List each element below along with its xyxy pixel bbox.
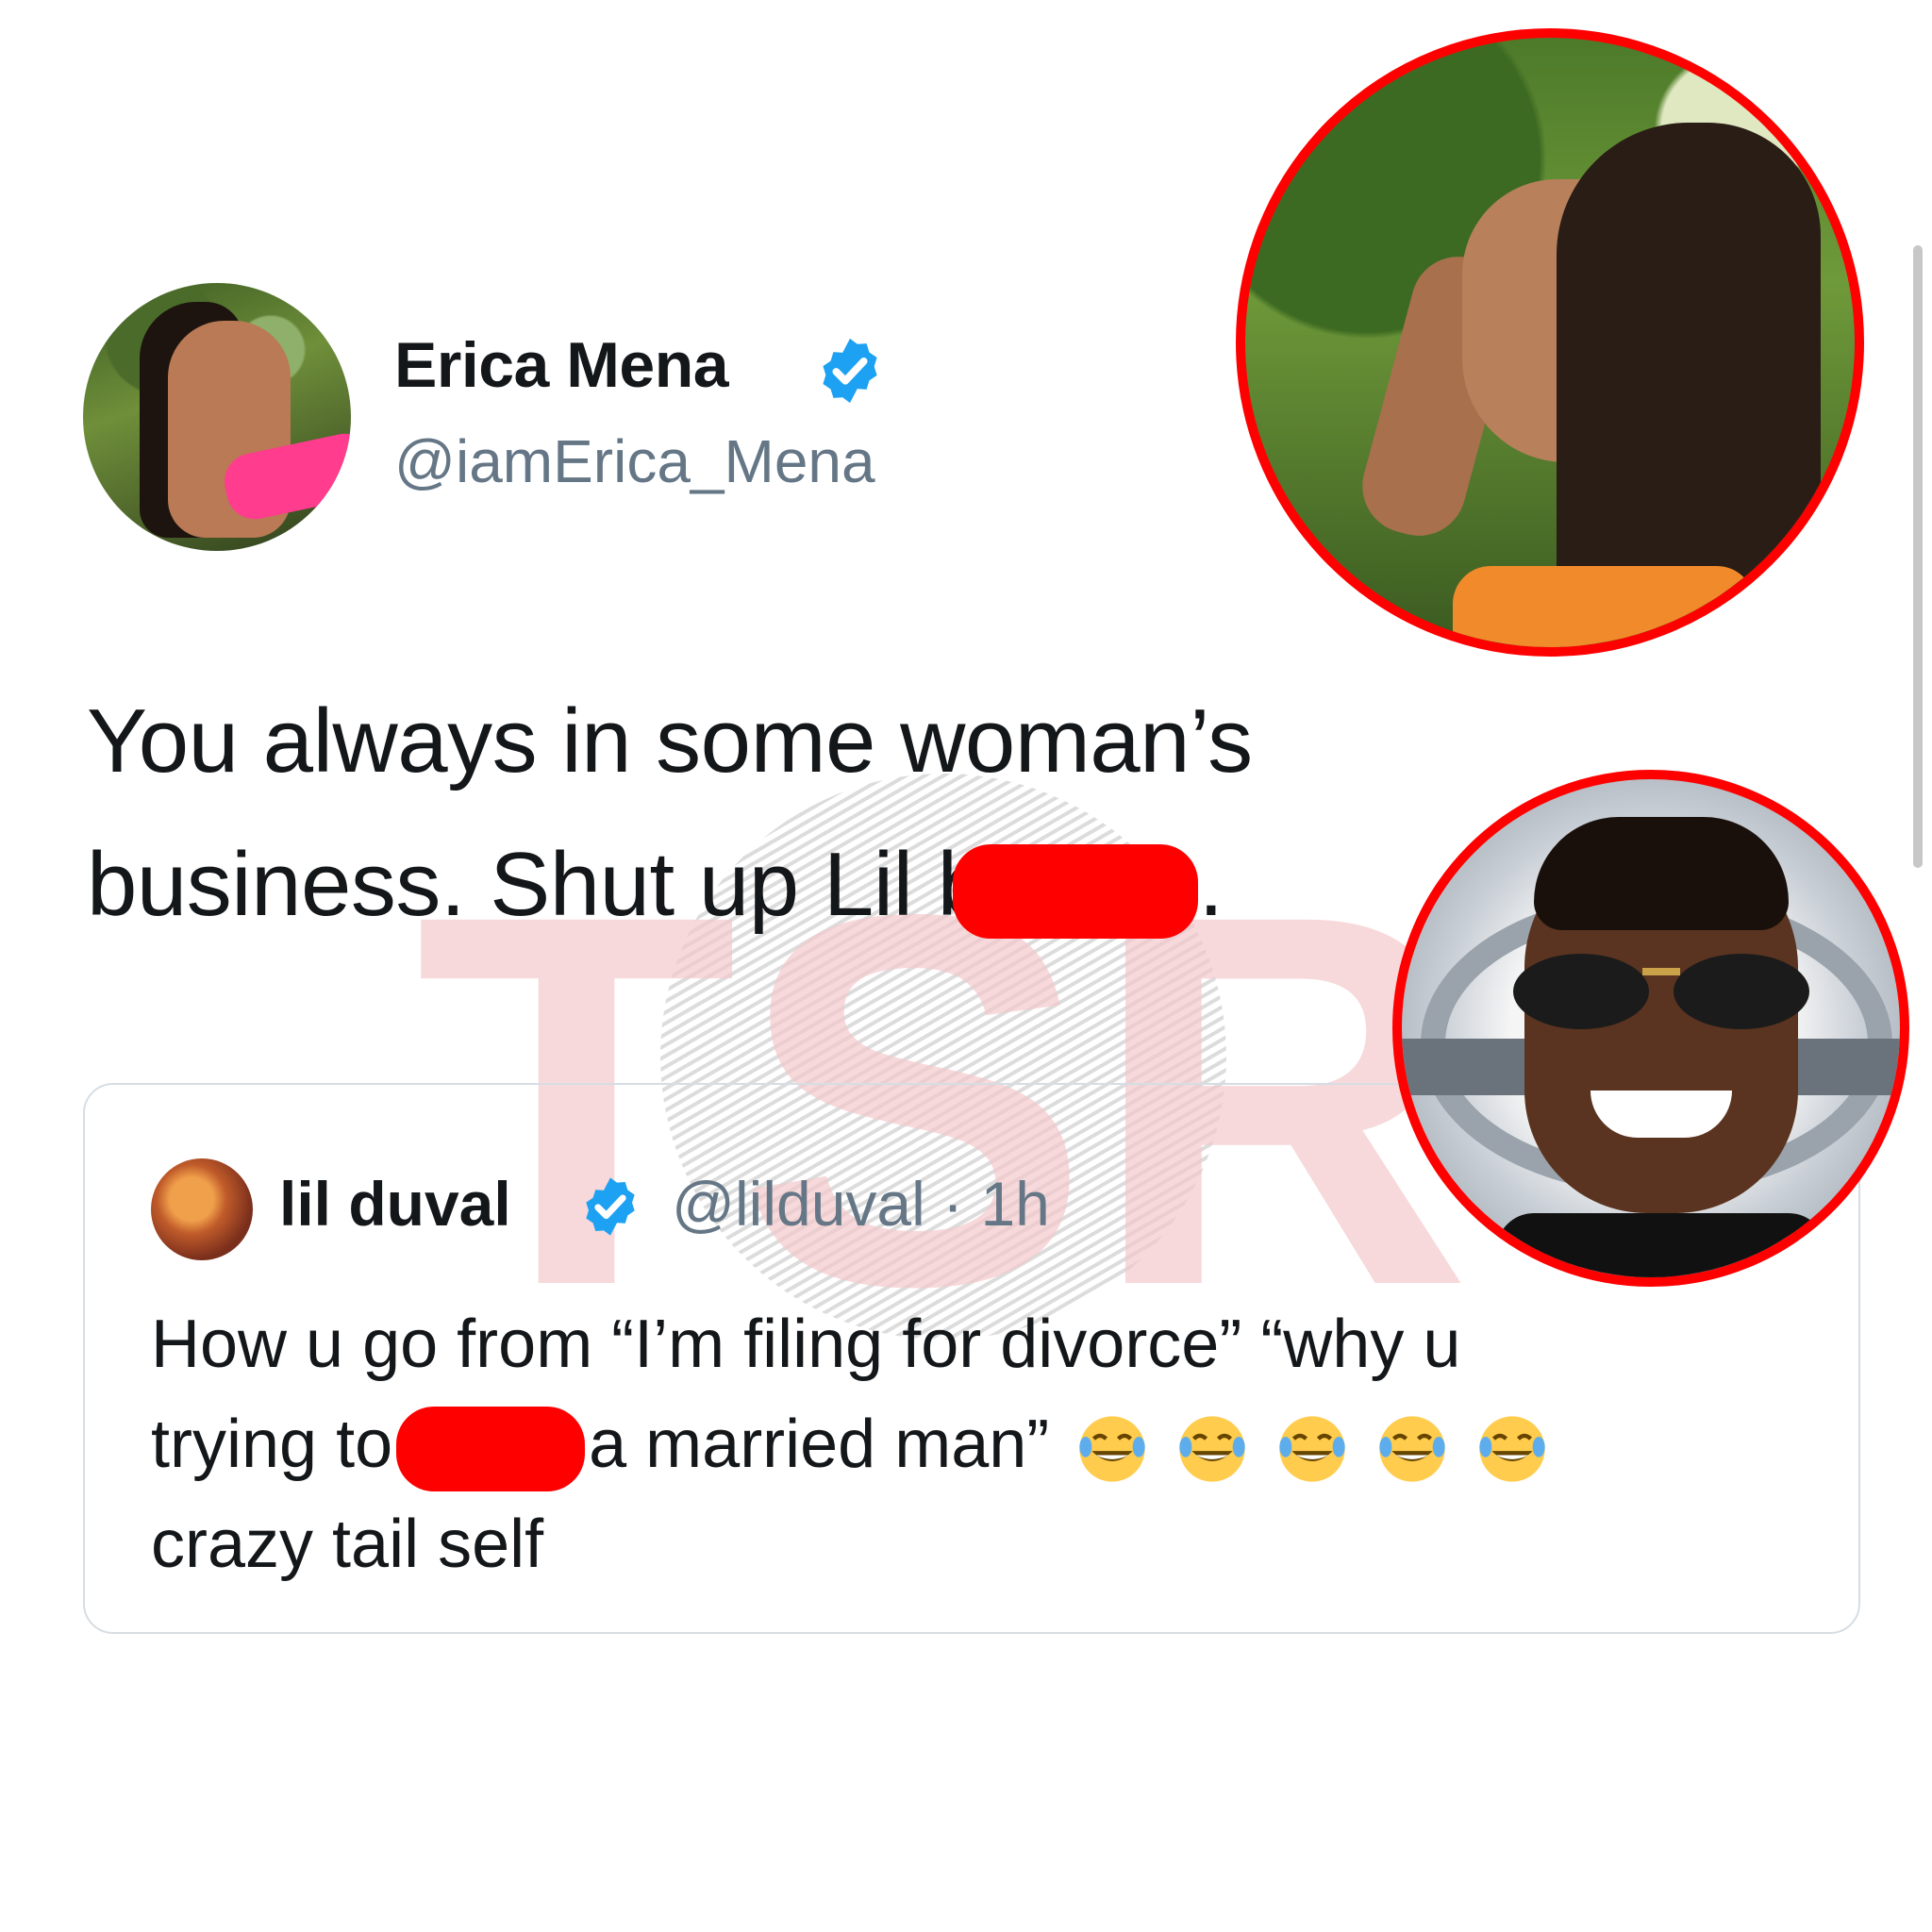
author-name[interactable]: Erica Mena: [394, 328, 729, 402]
quoted-text-line2-end: a married man”: [589, 1407, 1050, 1482]
lil-duval-photo: [1392, 770, 1909, 1287]
scrollbar[interactable]: [1913, 245, 1923, 868]
tears-of-joy-emoji-icon: [1179, 1416, 1245, 1482]
verified-badge-icon: [586, 1177, 635, 1236]
redaction-mark: [396, 1406, 586, 1491]
quoted-text-line3: crazy tail self: [151, 1507, 544, 1582]
quoted-author-handle[interactable]: @lilduval: [672, 1169, 925, 1239]
quoted-text-line2-start: trying to: [151, 1407, 393, 1482]
tweet-text-line2: business. Shut up Lil b.: [87, 813, 1426, 957]
quoted-text-line2: trying to a married man”: [151, 1394, 1811, 1494]
erica-mena-photo: [1236, 28, 1864, 657]
quoted-tweet-text: How u go from “I’m filing for divorce” “…: [151, 1294, 1811, 1594]
quoted-tweet-time[interactable]: 1h: [980, 1169, 1049, 1239]
tweet-text-line2-end: .: [1198, 834, 1224, 935]
author-handle[interactable]: @iamErica_Mena: [394, 426, 875, 496]
emoji-row: [1049, 1407, 1549, 1482]
quoted-author-meta[interactable]: @lilduval · 1h: [672, 1168, 1050, 1240]
quoted-author-avatar[interactable]: [151, 1158, 253, 1260]
quoted-author-name[interactable]: lil duval: [279, 1168, 511, 1240]
tweet-text-line2-start: business. Shut up Lil b: [87, 834, 988, 935]
tweet-text-line1: You always in some woman’s: [87, 691, 1253, 791]
meta-separator: ·: [942, 1169, 964, 1239]
tears-of-joy-emoji-icon: [1279, 1416, 1345, 1482]
redaction-mark: [953, 843, 1199, 939]
tears-of-joy-emoji-icon: [1079, 1416, 1145, 1482]
author-avatar[interactable]: [83, 283, 351, 551]
tears-of-joy-emoji-icon: [1379, 1416, 1445, 1482]
tweet-text: You always in some woman’s business. Shu…: [87, 670, 1426, 957]
quoted-text-line1: How u go from “I’m filing for divorce” “…: [151, 1307, 1461, 1382]
verified-badge-icon: [823, 338, 877, 404]
tears-of-joy-emoji-icon: [1479, 1416, 1545, 1482]
